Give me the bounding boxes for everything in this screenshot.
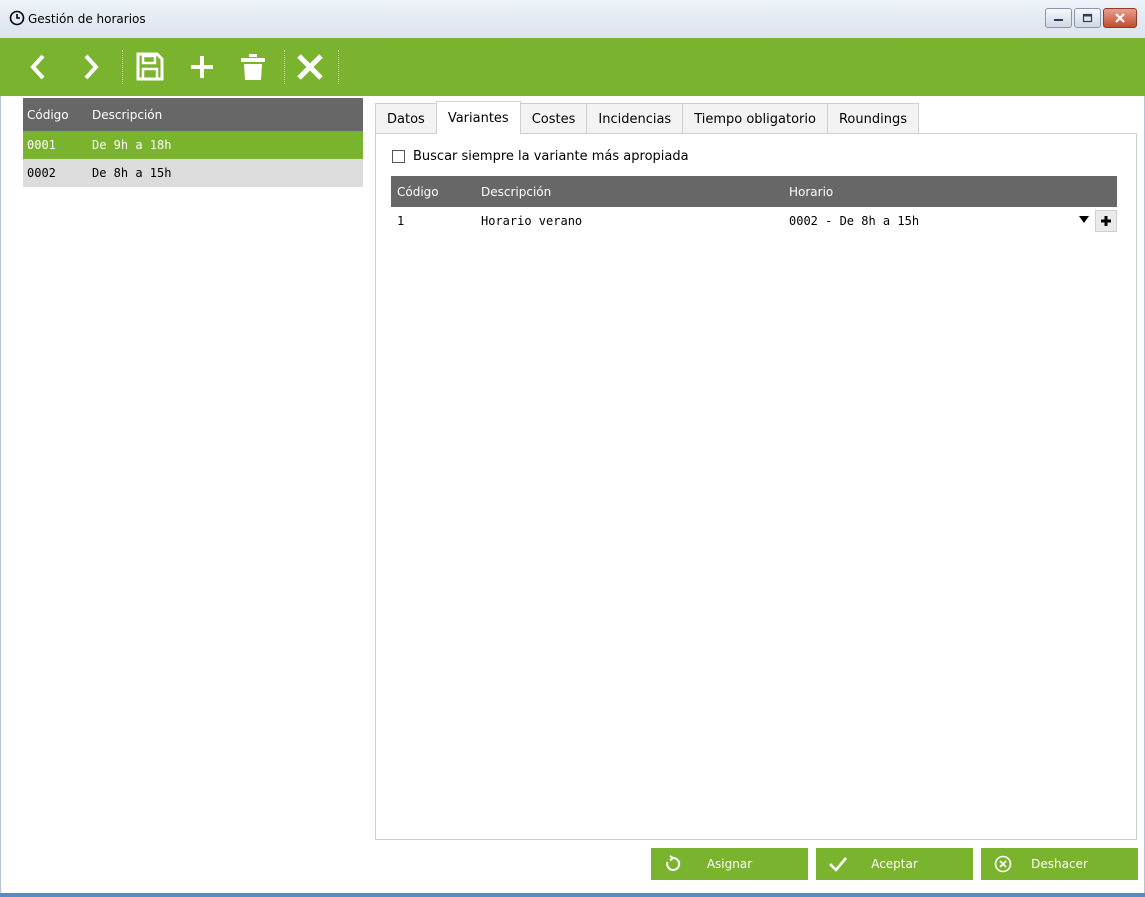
next-icon — [84, 54, 99, 80]
schedule-list: Código Descripción 0001 De 9h a 18h 0002… — [23, 98, 363, 850]
schedule-row[interactable]: 0002 De 8h a 15h — [23, 159, 363, 187]
variants-panel: Buscar siempre la variante más apropiada… — [375, 133, 1137, 840]
accept-label: Aceptar — [871, 857, 918, 871]
assign-label: Asignar — [706, 857, 753, 871]
schedule-row[interactable]: 0001 De 9h a 18h — [23, 131, 363, 159]
window-close-button[interactable] — [1103, 8, 1137, 28]
tab-variantes[interactable]: Variantes — [435, 101, 521, 134]
add-icon — [191, 56, 213, 78]
delete-button[interactable] — [236, 50, 270, 84]
tab-bar: Datos Variantes Costes Incidencias Tiemp… — [375, 101, 919, 134]
best-variant-checkbox[interactable] — [392, 150, 405, 163]
tab-datos[interactable]: Datos — [375, 103, 437, 134]
schedule-code: 0001 — [27, 138, 56, 152]
toolbar-separator — [122, 50, 123, 84]
title-bar: Gestión de horarios — [0, 0, 1145, 39]
window-title: Gestión de horarios — [28, 12, 146, 26]
previous-icon — [30, 54, 45, 80]
minimize-button[interactable] — [1045, 8, 1072, 28]
assign-button[interactable]: Asignar — [651, 848, 808, 880]
tab-incidencias[interactable]: Incidencias — [586, 103, 684, 134]
variant-schedule-select[interactable]: 0002 - De 8h a 15h — [784, 214, 1117, 228]
minimize-icon — [1054, 19, 1063, 21]
add-button[interactable] — [185, 50, 219, 84]
undo-button[interactable]: Deshacer — [981, 848, 1138, 880]
save-icon — [136, 52, 164, 81]
column-header-code[interactable]: Código — [391, 185, 475, 199]
add-variant-button[interactable] — [1095, 210, 1117, 232]
variant-code: 1 — [397, 214, 405, 228]
table-row[interactable]: 1 Horario verano 0002 - De 8h a 15h — [391, 207, 1117, 235]
previous-button[interactable] — [22, 50, 56, 84]
next-button[interactable] — [73, 50, 107, 84]
tab-costes[interactable]: Costes — [519, 103, 588, 134]
column-header-description[interactable]: Descripción — [86, 108, 363, 122]
schedule-description: De 9h a 18h — [92, 138, 172, 152]
close-button[interactable] — [293, 50, 327, 84]
accept-button[interactable]: Aceptar — [816, 848, 973, 880]
variants-table-header: Código Descripción Horario — [391, 176, 1117, 207]
toolbar-separator — [338, 50, 339, 84]
dropdown-arrow-icon[interactable] — [1079, 216, 1089, 223]
column-header-schedule[interactable]: Horario — [784, 185, 1117, 199]
variant-description: Horario verano — [481, 214, 583, 228]
toolbar-separator — [284, 50, 285, 84]
clock-icon — [9, 10, 25, 26]
variants-table: Código Descripción Horario 1 Horario ver… — [391, 176, 1117, 235]
tab-roundings[interactable]: Roundings — [826, 103, 919, 134]
column-header-code[interactable]: Código — [23, 108, 86, 122]
save-button[interactable] — [133, 50, 167, 84]
schedule-code: 0002 — [27, 166, 56, 180]
window-bottom-border — [0, 893, 1145, 897]
toolbar — [0, 38, 1145, 96]
schedule-management-window: Gestión de horarios Código Descripción 0… — [0, 0, 1145, 897]
tab-tiempo-obligatorio[interactable]: Tiempo obligatorio — [682, 103, 828, 134]
schedule-description: De 8h a 15h — [92, 166, 172, 180]
best-variant-option: Buscar siempre la variante más apropiada — [392, 149, 689, 164]
undo-label: Deshacer — [1031, 857, 1088, 871]
window-left-edge — [0, 38, 1, 893]
delete-icon — [241, 54, 265, 80]
window-controls — [1045, 8, 1137, 28]
close-icon — [297, 54, 323, 80]
column-header-description[interactable]: Descripción — [475, 185, 784, 199]
best-variant-label[interactable]: Buscar siempre la variante más apropiada — [413, 149, 689, 164]
schedule-list-header: Código Descripción — [23, 98, 363, 131]
maximize-icon — [1082, 13, 1093, 23]
maximize-button[interactable] — [1074, 8, 1101, 28]
plus-icon — [1101, 216, 1111, 226]
window-close-icon — [1115, 13, 1125, 23]
